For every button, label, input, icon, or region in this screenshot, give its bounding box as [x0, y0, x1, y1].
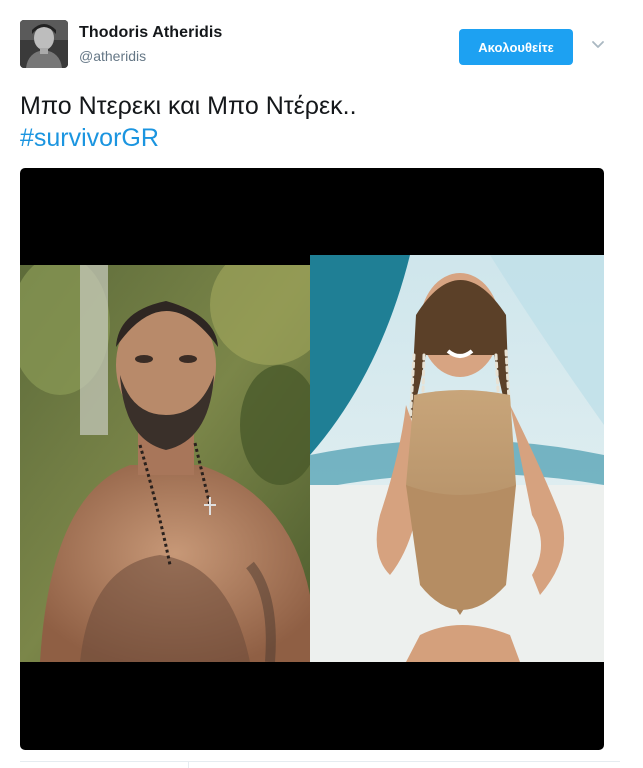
photo-bearded-man — [20, 265, 310, 662]
tweet-text: Μπο Ντερεκι και Μπο Ντέρεκ.. #survivorGR — [20, 90, 620, 154]
following-button[interactable]: Ακολουθείτε — [459, 29, 573, 65]
chevron-down-icon[interactable] — [590, 37, 606, 53]
author-handle[interactable]: @atheridis — [79, 48, 146, 64]
footer-divider — [20, 761, 620, 762]
footer-divider-tick — [188, 761, 189, 768]
avatar[interactable] — [20, 20, 68, 68]
tweet-card: Thodoris Atheridis @atheridis Ακολουθείτ… — [0, 0, 643, 768]
tweet-media[interactable] — [20, 168, 604, 750]
tweet-body: Μπο Ντερεκι και Μπο Ντέρεκ.. — [20, 92, 357, 120]
author-name[interactable]: Thodoris Atheridis — [79, 24, 222, 42]
photo-woman-swimsuit — [310, 255, 604, 662]
hashtag-link[interactable]: #survivorGR — [20, 122, 620, 154]
